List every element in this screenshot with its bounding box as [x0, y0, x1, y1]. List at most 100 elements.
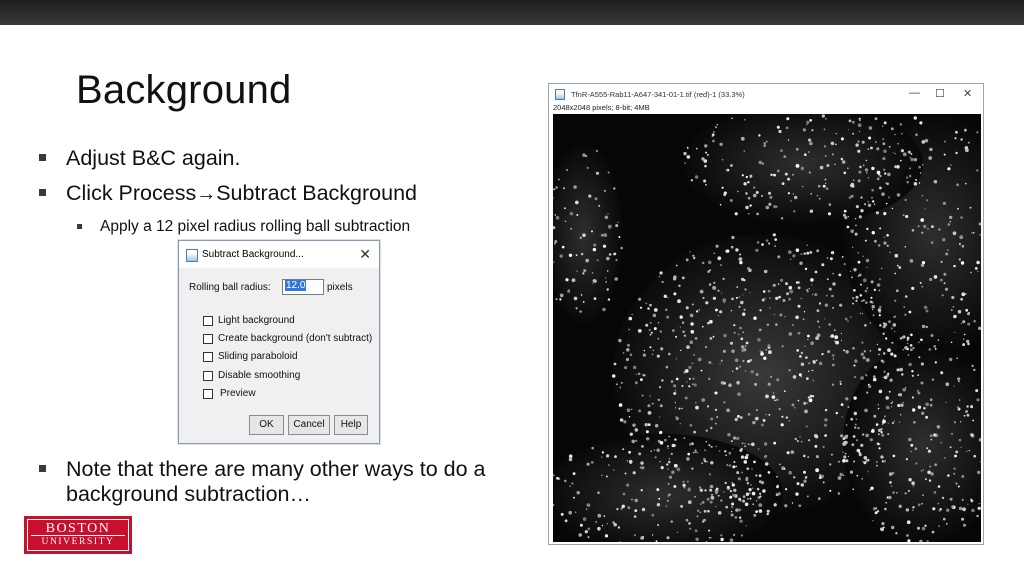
option-preview[interactable]: Preview [203, 388, 256, 399]
maximize-button[interactable]: ☐ [935, 87, 945, 100]
puncta-dot [803, 311, 806, 313]
puncta-dot [966, 413, 970, 417]
dialog-titlebar[interactable]: Subtract Background... ✕ [179, 241, 379, 268]
puncta-dot [831, 294, 834, 298]
puncta-dot [567, 289, 571, 293]
puncta-dot [859, 119, 861, 122]
puncta-dot [564, 207, 566, 210]
ok-button[interactable]: OK [249, 415, 284, 435]
puncta-dot [861, 341, 864, 344]
puncta-dot [842, 437, 846, 440]
option-light-background[interactable]: Light background [203, 315, 295, 326]
puncta-dot [749, 292, 751, 294]
puncta-dot [909, 344, 913, 347]
puncta-dot [946, 523, 948, 525]
puncta-dot [758, 474, 762, 478]
puncta-dot [705, 429, 708, 432]
checkbox[interactable] [203, 333, 213, 344]
puncta-dot [670, 380, 674, 383]
puncta-dot [810, 278, 814, 282]
puncta-dot [682, 330, 685, 333]
puncta-dot [614, 277, 618, 281]
checkbox[interactable] [203, 370, 213, 381]
puncta-dot [718, 450, 721, 452]
puncta-dot [568, 510, 572, 515]
puncta-dot [882, 376, 884, 378]
puncta-dot [656, 448, 660, 452]
puncta-dot [730, 510, 733, 513]
puncta-dot [588, 194, 592, 198]
checkbox[interactable] [203, 351, 213, 362]
puncta-dot [709, 500, 713, 504]
radius-value: 12.0 [285, 280, 307, 291]
puncta-dot [796, 148, 799, 151]
puncta-dot [860, 443, 864, 447]
puncta-dot [951, 505, 955, 509]
option-create-background[interactable]: Create background (don't subtract) [203, 333, 372, 344]
puncta-dot [706, 497, 710, 501]
help-button[interactable]: Help [334, 415, 368, 435]
close-button[interactable]: ✕ [963, 87, 972, 100]
puncta-dot [569, 485, 571, 487]
checkbox[interactable] [203, 315, 213, 326]
puncta-dot [787, 177, 790, 181]
puncta-dot [751, 491, 756, 496]
puncta-dot [962, 507, 966, 512]
puncta-dot [901, 373, 904, 376]
puncta-dot [835, 133, 837, 135]
puncta-dot [704, 489, 707, 492]
puncta-dot [933, 275, 938, 279]
puncta-dot [615, 259, 618, 262]
puncta-dot [908, 478, 912, 482]
puncta-dot [788, 297, 791, 301]
puncta-dot [672, 277, 677, 281]
puncta-dot [701, 462, 704, 465]
puncta-dot [848, 119, 852, 123]
puncta-dot [854, 423, 857, 426]
puncta-dot [631, 313, 633, 316]
puncta-dot [915, 178, 918, 181]
option-sliding-paraboloid[interactable]: Sliding paraboloid [203, 351, 298, 362]
puncta-dot [687, 488, 691, 492]
cancel-button[interactable]: Cancel [288, 415, 330, 435]
puncta-dot [690, 322, 694, 326]
puncta-dot [570, 227, 573, 230]
puncta-dot [743, 182, 747, 186]
puncta-dot [862, 299, 865, 302]
puncta-dot [884, 415, 886, 418]
puncta-dot [810, 341, 814, 345]
puncta-dot [843, 171, 847, 175]
puncta-dot [773, 441, 777, 445]
checkbox[interactable] [203, 388, 213, 399]
puncta-dot [804, 476, 808, 479]
microscopy-image[interactable] [553, 114, 981, 542]
puncta-dot [767, 471, 771, 474]
puncta-dot [880, 527, 884, 532]
puncta-dot [953, 264, 956, 268]
puncta-dot [675, 407, 677, 409]
puncta-dot [832, 307, 834, 309]
puncta-dot [883, 352, 886, 355]
puncta-dot [795, 248, 800, 252]
puncta-dot [756, 241, 760, 244]
minimize-button[interactable]: — [909, 87, 920, 99]
puncta-dot [957, 377, 961, 381]
puncta-dot [863, 164, 865, 166]
puncta-dot [729, 489, 733, 493]
puncta-dot [586, 503, 591, 507]
puncta-dot [857, 252, 859, 254]
dialog-close-button[interactable]: ✕ [359, 246, 371, 263]
puncta-dot [971, 508, 975, 513]
option-disable-smoothing[interactable]: Disable smoothing [203, 370, 300, 381]
puncta-dot [828, 287, 832, 291]
puncta-dot [686, 345, 690, 349]
puncta-dot [784, 316, 786, 318]
puncta-dot [698, 486, 702, 489]
puncta-dot [670, 520, 673, 523]
radius-input[interactable]: 12.0 [282, 279, 324, 295]
puncta-dot [895, 532, 898, 535]
puncta-dot [737, 392, 741, 397]
puncta-dot [962, 343, 966, 347]
puncta-dot [695, 402, 697, 404]
puncta-dot [737, 333, 740, 336]
